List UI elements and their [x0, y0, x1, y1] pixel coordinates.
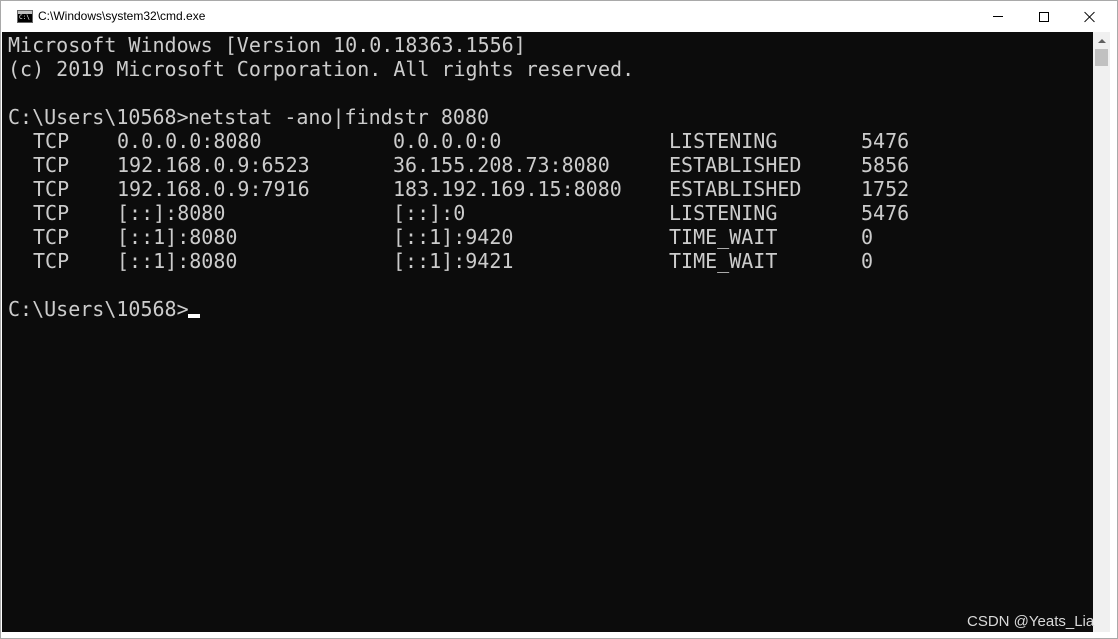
netstat-proto: TCP [33, 129, 70, 153]
netstat-pid: 5856 [861, 153, 910, 177]
netstat-proto: TCP [33, 177, 70, 201]
minimize-icon [993, 16, 1003, 17]
netstat-pid: 1752 [861, 177, 910, 201]
netstat-local: [::1]:8080 [117, 249, 238, 273]
netstat-foreign: [::1]:9420 [393, 225, 514, 249]
console-output[interactable]: Microsoft Windows [Version 10.0.18363.15… [2, 32, 1093, 632]
netstat-foreign: [::]:0 [393, 201, 466, 225]
netstat-row: TCP [::1]:8080 [::1]:9420 TIME_WAIT 0 [2, 225, 1093, 249]
netstat-row: TCP 192.168.0.9:7916 183.192.169.15:8080 ES… [2, 177, 1093, 201]
netstat-state: ESTABLISHED [669, 153, 802, 177]
title-bar[interactable]: C:\Windows\system32\cmd.exe [1, 1, 1117, 32]
netstat-foreign: 183.192.169.15:8080 [393, 177, 622, 201]
netstat-row: TCP [::1]:8080 [::1]:9421 TIME_WAIT 0 [2, 249, 1093, 273]
text-cursor [188, 314, 200, 318]
netstat-pid: 5476 [861, 129, 910, 153]
netstat-pid: 0 [861, 249, 874, 273]
netstat-foreign: 36.155.208.73:8080 [393, 153, 610, 177]
scroll-thumb[interactable] [1095, 49, 1108, 66]
netstat-proto: TCP [33, 225, 70, 249]
minimize-button[interactable] [975, 1, 1021, 32]
netstat-row: TCP [::]:8080 [::]:0 LISTENING 5476 [2, 201, 1093, 225]
scroll-up-button[interactable] [1093, 32, 1110, 49]
netstat-local: 0.0.0.0:8080 [117, 129, 262, 153]
watermark: CSDN @Yeats_Lia [967, 613, 1095, 630]
command-line: C:\Users\10568> netstat -ano|findstr 808… [2, 105, 1093, 129]
vertical-scrollbar[interactable] [1093, 32, 1110, 632]
netstat-foreign: [::1]:9421 [393, 249, 514, 273]
netstat-local: [::1]:8080 [117, 225, 238, 249]
netstat-foreign: 0.0.0.0:0 [393, 129, 502, 153]
netstat-state: LISTENING [669, 201, 778, 225]
netstat-proto: TCP [33, 153, 70, 177]
netstat-local: 192.168.0.9:6523 [117, 153, 310, 177]
netstat-proto: TCP [33, 201, 70, 225]
cmd-icon[interactable] [17, 10, 33, 23]
maximize-icon [1039, 11, 1049, 22]
banner-copyright-line: (c) 2019 Microsoft Corporation. All righ… [8, 57, 635, 81]
cmd-window: C:\Windows\system32\cmd.exe Microsoft Wi… [0, 0, 1118, 639]
maximize-button[interactable] [1021, 1, 1067, 32]
final-prompt-line: C:\Users\10568> [2, 297, 1093, 321]
netstat-state: LISTENING [669, 129, 778, 153]
command-prompt: C:\Users\10568> [8, 105, 189, 129]
command-text: netstat -ano|findstr 8080 [188, 105, 490, 129]
final-prompt: C:\Users\10568> [8, 297, 189, 321]
close-icon [1084, 11, 1096, 23]
banner-version-line: Microsoft Windows [Version 10.0.18363.15… [8, 33, 526, 57]
netstat-local: 192.168.0.9:7916 [117, 177, 310, 201]
netstat-proto: TCP [33, 249, 70, 273]
netstat-row: TCP 192.168.0.9:6523 36.155.208.73:8080 EST… [2, 153, 1093, 177]
close-button[interactable] [1067, 1, 1113, 32]
netstat-state: TIME_WAIT [669, 249, 778, 273]
window-title: C:\Windows\system32\cmd.exe [38, 9, 206, 23]
netstat-pid: 0 [861, 225, 874, 249]
netstat-state: TIME_WAIT [669, 225, 778, 249]
netstat-local: [::]:8080 [117, 201, 226, 225]
arrow-up-icon [1097, 38, 1106, 43]
netstat-row: TCP 0.0.0.0:8080 0.0.0.0:0 LISTENING 5476 [2, 129, 1093, 153]
netstat-state: ESTABLISHED [669, 177, 802, 201]
netstat-pid: 5476 [861, 201, 910, 225]
